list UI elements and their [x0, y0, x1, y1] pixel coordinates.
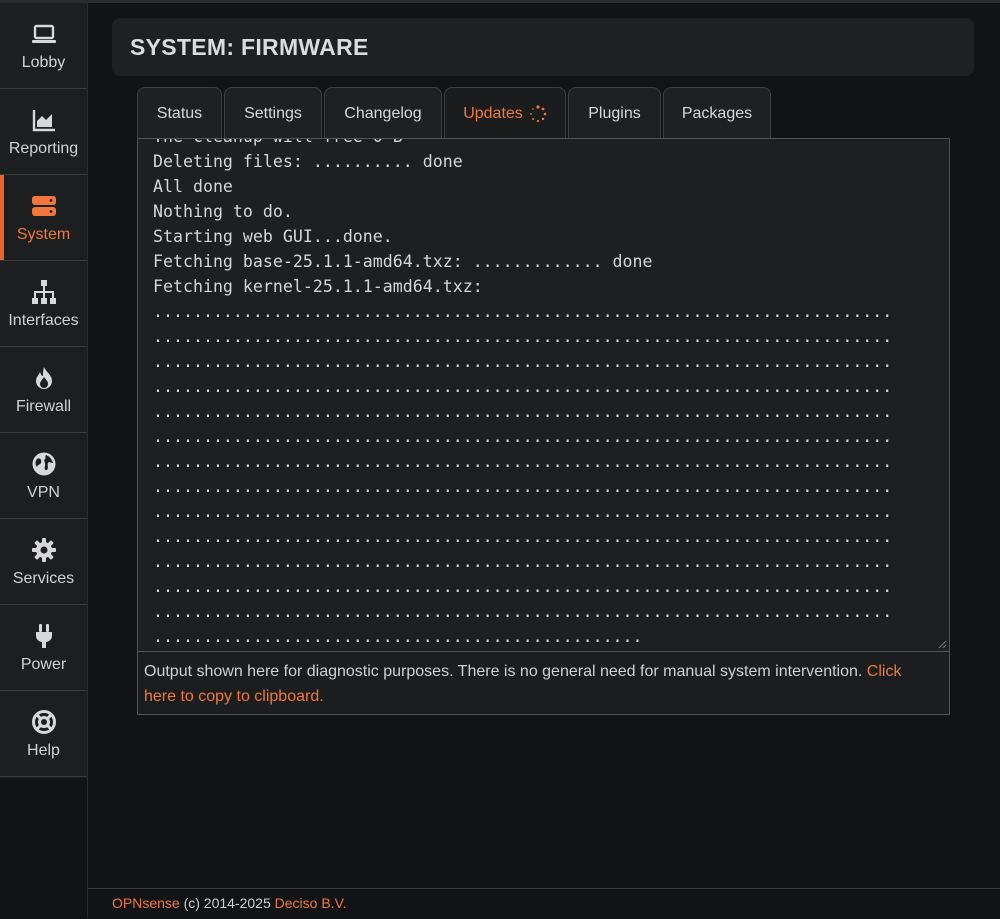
sidebar-item-label: System [16, 225, 71, 243]
tab-plugins[interactable]: Plugins [568, 87, 661, 139]
footer: OPNsense (c) 2014-2025 Deciso B.V. [88, 888, 1000, 919]
tab-updates[interactable]: Updates [444, 87, 566, 140]
globe-icon [30, 450, 58, 478]
sidebar-item-reporting[interactable]: Reporting [0, 89, 87, 175]
spinner-icon [529, 105, 547, 123]
tab-label: Updates [463, 105, 523, 122]
tab-status[interactable]: Status [137, 87, 222, 139]
server-icon [30, 192, 58, 220]
sidebar-empty-area [0, 778, 87, 918]
top-border [0, 0, 1000, 3]
output-log-text: The cleanup will free 0 B Deleting files… [153, 139, 893, 646]
sidebar-item-label: Reporting [8, 139, 79, 157]
plug-icon [30, 622, 58, 650]
sidebar-item-label: Services [12, 569, 75, 587]
sidebar-item-label: Help [27, 741, 60, 759]
sitemap-icon [30, 278, 58, 306]
sidebar-item-system[interactable]: System [0, 175, 87, 261]
footer-product-link[interactable]: OPNsense [112, 895, 180, 911]
update-output-panel: The cleanup will free 0 B Deleting files… [137, 138, 950, 715]
laptop-icon [30, 20, 58, 48]
help-message: Output shown here for diagnostic purpose… [144, 663, 863, 680]
gear-icon [30, 536, 58, 564]
sidebar-item-firewall[interactable]: Firewall [0, 347, 87, 433]
page-title: SYSTEM: FIRMWARE [130, 34, 369, 60]
footer-copyright: (c) 2014-2025 [183, 895, 271, 911]
sidebar-item-label: Lobby [21, 53, 66, 71]
sidebar-item-interfaces[interactable]: Interfaces [0, 261, 87, 347]
tab-packages[interactable]: Packages [663, 87, 771, 139]
sidebar-item-lobby[interactable]: Lobby [0, 3, 87, 89]
sidebar-item-label: VPN [27, 483, 60, 501]
sidebar-item-vpn[interactable]: VPN [0, 433, 87, 519]
sidebar-item-label: Interfaces [8, 311, 79, 329]
area-chart-icon [30, 106, 58, 134]
tab-changelog[interactable]: Changelog [324, 87, 442, 139]
sidebar-item-label: Power [20, 655, 67, 673]
page-header: SYSTEM: FIRMWARE [112, 18, 974, 76]
life-ring-icon [30, 708, 58, 736]
resize-grip-icon[interactable] [937, 639, 947, 649]
sidebar-item-help[interactable]: Help [0, 691, 87, 777]
output-log[interactable]: The cleanup will free 0 B Deleting files… [138, 139, 949, 652]
sidebar-item-power[interactable]: Power [0, 605, 87, 691]
help-text: Output shown here for diagnostic purpose… [144, 659, 934, 709]
sidebar-item-label: Firewall [15, 397, 72, 415]
footer-company-link[interactable]: Deciso B.V. [275, 895, 347, 911]
fire-icon [30, 364, 58, 392]
tab-settings[interactable]: Settings [224, 87, 322, 139]
sidebar-item-services[interactable]: Services [0, 519, 87, 605]
sidebar: Lobby Reporting System Interfaces Firewa… [0, 3, 88, 918]
